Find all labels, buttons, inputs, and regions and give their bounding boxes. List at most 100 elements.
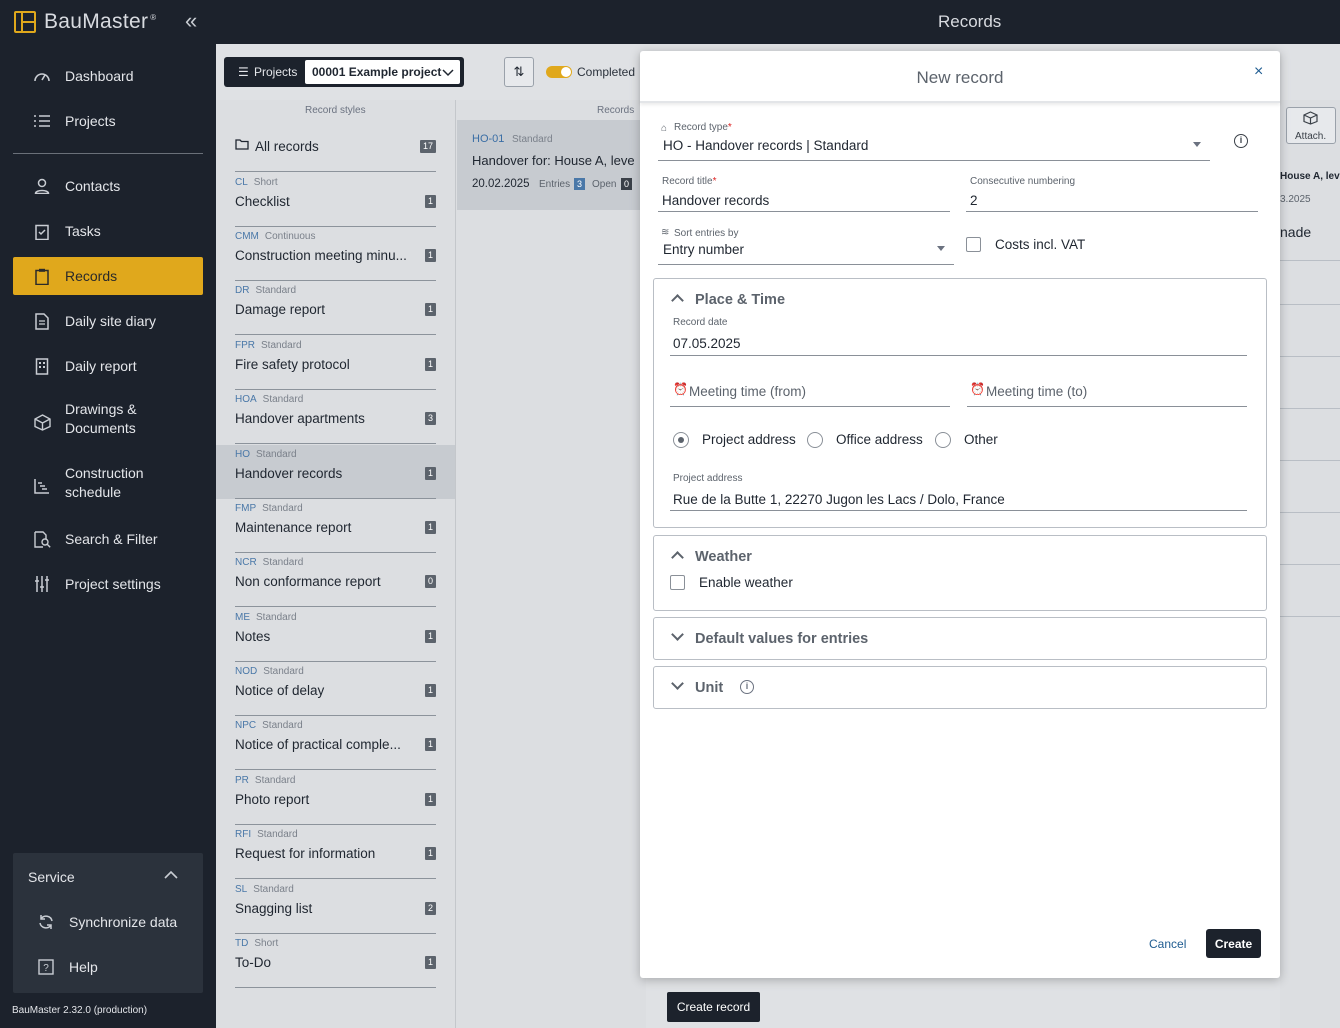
sidebar-item-dashboard[interactable]: Dashboard xyxy=(13,57,203,95)
record-style-item[interactable]: CL Short Checklist 1 xyxy=(235,173,436,227)
clipboard-check-icon xyxy=(29,221,55,241)
collapse-sidebar-icon[interactable]: « xyxy=(185,8,197,34)
record-count-badge: 1 xyxy=(425,793,436,806)
record-count-badge: 1 xyxy=(425,249,436,262)
sidebar-item-search-filter[interactable]: Search & Filter xyxy=(13,520,203,558)
sidebar-item-projects[interactable]: Projects xyxy=(13,102,203,140)
sort-button[interactable]: ⇅ xyxy=(504,57,534,87)
record-style-item[interactable]: HOA Standard Handover apartments 3 xyxy=(235,390,436,444)
costs-vat-checkbox[interactable] xyxy=(966,237,981,252)
dialog-title: New record xyxy=(916,68,1004,87)
project-address-field[interactable]: Rue de la Butte 1, 22270 Jugon les Lacs … xyxy=(673,492,1005,507)
new-record-dialog: New record × ⌂ Record type* HO - Handove… xyxy=(640,51,1280,978)
cube-icon xyxy=(29,412,55,432)
record-style-item[interactable]: NCR Standard Non conformance report 0 xyxy=(235,553,436,607)
record-style-name: Construction meeting minu... xyxy=(235,248,407,263)
record-style-item[interactable]: HO Standard Handover records 1 xyxy=(235,445,436,499)
record-style-item[interactable]: TD Short To-Do 1 xyxy=(235,934,436,988)
cancel-button[interactable]: Cancel xyxy=(1149,937,1186,951)
person-icon xyxy=(29,176,55,196)
record-style-name: Non conformance report xyxy=(235,574,381,589)
record-type-select[interactable]: HO - Handover records | Standard xyxy=(663,138,868,153)
record-style-item[interactable]: PR Standard Photo report 1 xyxy=(235,771,436,825)
info-icon[interactable]: i xyxy=(740,680,754,694)
record-style-item[interactable]: FMP Standard Maintenance report 1 xyxy=(235,499,436,553)
project-selector[interactable]: ☰ Projects 00001 Example project xyxy=(224,57,464,87)
record-count-badge: 1 xyxy=(425,358,436,371)
sidebar-item-records[interactable]: Records xyxy=(13,257,203,295)
sidebar-item-daily-report[interactable]: Daily report xyxy=(13,347,203,385)
record-style-item[interactable]: NOD Standard Notice of delay 1 xyxy=(235,662,436,716)
service-item-help[interactable]: ? Help xyxy=(13,948,203,986)
enable-weather-checkbox[interactable] xyxy=(670,575,685,590)
alarm-clock-icon: ⏰ xyxy=(970,382,985,396)
chevron-down-icon xyxy=(1193,142,1201,147)
record-style-item[interactable]: FPR Standard Fire safety protocol 1 xyxy=(235,336,436,390)
sidebar-item-contacts[interactable]: Contacts xyxy=(13,167,203,205)
sort-entries-select[interactable]: Entry number xyxy=(663,242,744,257)
chevron-down-icon xyxy=(442,64,456,82)
record-count-badge: 1 xyxy=(425,956,436,969)
default-values-title[interactable]: Default values for entries xyxy=(695,631,868,647)
app-logo[interactable]: BauMaster ® xyxy=(14,10,156,34)
enable-weather-label: Enable weather xyxy=(699,575,793,590)
create-button[interactable]: Create xyxy=(1206,929,1261,958)
meeting-time-from-field[interactable]: Meeting time (from) xyxy=(689,384,806,399)
weather-title[interactable]: Weather xyxy=(695,549,752,565)
create-record-button[interactable]: Create record xyxy=(667,992,760,1022)
record-style-name: Handover records xyxy=(235,466,343,481)
record-style-item[interactable]: DR Standard Damage report 1 xyxy=(235,281,436,335)
record-count-badge: 1 xyxy=(425,847,436,860)
other-address-radio[interactable] xyxy=(935,432,951,448)
record-style-name: Notice of practical comple... xyxy=(235,737,401,752)
folder-icon xyxy=(235,137,249,155)
sidebar-item-daily-site-diary[interactable]: Daily site diary xyxy=(13,302,203,340)
sidebar-item-project-settings[interactable]: Project settings xyxy=(13,565,203,603)
sidebar-item-drawings-documents[interactable]: Drawings & Documents xyxy=(13,400,203,444)
record-style-name: Checklist xyxy=(235,194,290,209)
project-address-radio[interactable] xyxy=(673,432,689,448)
record-style-item[interactable]: All records 17 xyxy=(235,118,436,172)
record-title-field[interactable]: Handover records xyxy=(662,193,769,208)
service-item-synchronize[interactable]: Synchronize data xyxy=(13,903,203,941)
record-style-item[interactable]: SL Standard Snagging list 2 xyxy=(235,880,436,934)
attach-button[interactable]: Attach. xyxy=(1286,107,1336,144)
styles-column-header: Record styles xyxy=(305,105,366,116)
building-icon xyxy=(29,356,55,376)
sidebar-item-construction-schedule[interactable]: Construction schedule xyxy=(13,464,203,508)
project-dropdown[interactable]: 00001 Example project xyxy=(305,60,460,84)
sidebar-divider xyxy=(13,153,203,154)
record-title-label: Record title xyxy=(662,176,713,187)
app-name: BauMaster xyxy=(44,10,149,33)
record-style-item[interactable]: NPC Standard Notice of practical comple...… xyxy=(235,716,436,770)
place-time-title[interactable]: Place & Time xyxy=(695,292,785,308)
record-style-item[interactable]: RFI Standard Request for information 1 xyxy=(235,825,436,879)
costs-vat-label: Costs incl. VAT xyxy=(995,237,1086,252)
record-count-badge: 0 xyxy=(425,575,436,588)
record-style-name: Notes xyxy=(235,629,271,644)
info-icon[interactable]: i xyxy=(1234,134,1248,148)
record-style-name: Maintenance report xyxy=(235,520,352,535)
unit-title[interactable]: Unit xyxy=(695,680,723,696)
office-address-radio[interactable] xyxy=(807,432,823,448)
sort-icon: ⇅ xyxy=(513,64,525,79)
consecutive-numbering-field[interactable]: 2 xyxy=(970,193,978,208)
record-count-badge: 3 xyxy=(425,412,436,425)
project-address-label: Project address xyxy=(673,473,743,484)
record-date-label: Record date xyxy=(673,317,728,328)
record-style-item[interactable]: CMM Continuous Construction meeting minu..… xyxy=(235,227,436,281)
record-style-name: Photo report xyxy=(235,792,310,807)
alarm-clock-icon: ⏰ xyxy=(673,382,688,396)
chevron-down-icon xyxy=(937,246,945,251)
records-column-header: Records xyxy=(597,105,635,116)
record-date-field[interactable]: 07.05.2025 xyxy=(673,336,741,351)
page-title: Records xyxy=(938,12,1002,31)
sidebar-item-tasks[interactable]: Tasks xyxy=(13,212,203,250)
chevron-up-icon[interactable] xyxy=(163,868,179,884)
meeting-time-to-field[interactable]: Meeting time (to) xyxy=(986,384,1087,399)
record-card[interactable]: HO-01 Standard Handover for: House A, le… xyxy=(457,120,647,210)
gauge-icon xyxy=(29,66,55,86)
close-icon[interactable]: × xyxy=(1254,63,1263,81)
completed-toggle[interactable] xyxy=(546,66,572,78)
record-style-item[interactable]: ME Standard Notes 1 xyxy=(235,608,436,662)
